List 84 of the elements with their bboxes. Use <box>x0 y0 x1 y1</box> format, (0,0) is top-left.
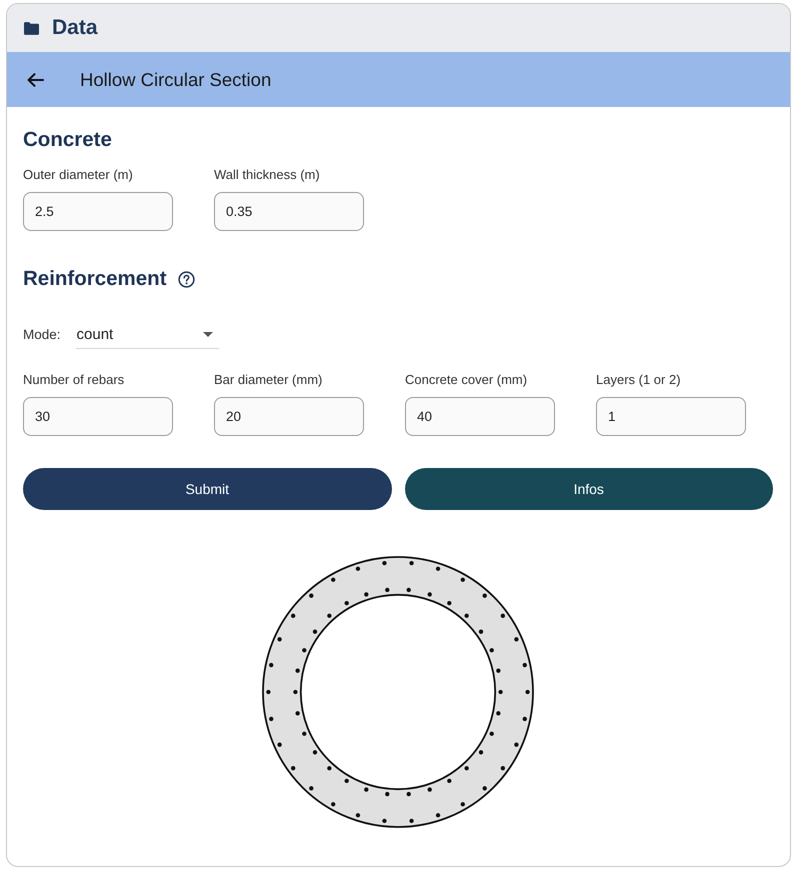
rebar-dot <box>331 802 336 806</box>
rebar-dot <box>344 778 349 783</box>
input-field[interactable]: 2.5 <box>23 192 173 231</box>
rebar-dot <box>409 560 414 566</box>
rebar-dot <box>382 560 387 566</box>
rebar-dot <box>490 732 494 736</box>
field-label: Number of rebars <box>23 372 126 388</box>
input-field[interactable]: 20 <box>214 397 364 436</box>
rebar-dot <box>269 716 274 722</box>
rebar-dot <box>277 637 282 642</box>
info-button[interactable]: Infos <box>404 468 773 510</box>
rebar-dot <box>385 588 390 592</box>
rebar-dot <box>496 668 501 673</box>
folder-icon <box>24 22 39 34</box>
rebar-dot <box>356 813 360 818</box>
rebar-dot <box>364 787 368 792</box>
rebar-dot <box>291 614 296 618</box>
rebar-dot <box>409 818 414 824</box>
rebar-dot <box>460 802 465 806</box>
rebar-dot <box>464 766 469 770</box>
rebar-dot <box>312 750 318 754</box>
rebar-dot <box>525 690 530 694</box>
field-label: Concrete cover (mm) <box>405 372 528 388</box>
rebar-dot <box>295 711 300 716</box>
input-field[interactable]: 1 <box>596 397 746 436</box>
rebar-dot <box>356 566 360 571</box>
rebar-dot <box>522 716 527 722</box>
rebar-dot <box>498 690 503 694</box>
field-label: Mode: <box>23 327 61 342</box>
rebar-dot <box>478 630 484 634</box>
rebar-dot <box>436 566 440 571</box>
rebar-dot <box>406 792 411 796</box>
rebar-dot <box>482 786 487 790</box>
panel-title: Data <box>52 16 98 40</box>
mode-select[interactable]: count <box>76 320 219 349</box>
rebar-dot <box>482 594 487 598</box>
rebar-dot <box>291 766 296 770</box>
rebar-dot <box>277 742 282 747</box>
rebar-dot <box>309 786 314 790</box>
field-label: Bar diameter (mm) <box>214 372 324 388</box>
field-label: Outer diameter (m) <box>23 167 134 183</box>
page-title: Hollow Circular Section <box>80 68 272 90</box>
rebar-dot <box>364 592 368 597</box>
rebar-dot <box>447 778 452 783</box>
rebar-dot <box>344 601 349 606</box>
rebar-dot <box>302 732 306 736</box>
field-label: Layers (1 or 2) <box>596 372 682 388</box>
back-arrow-icon <box>27 72 44 86</box>
rebar-dot <box>295 668 300 673</box>
rebar-dot <box>514 742 519 747</box>
rebar-dot <box>490 648 494 652</box>
caret-icon <box>202 332 213 336</box>
rebar-dot <box>460 578 465 582</box>
rebar-dot <box>428 592 432 597</box>
rebar-dot <box>514 637 519 642</box>
rebar-dot <box>331 578 336 582</box>
rebar-dot <box>496 711 501 716</box>
help-icon[interactable] <box>178 270 195 288</box>
rebar-dot <box>436 813 440 818</box>
rebar-dot <box>385 792 390 796</box>
rebar-dot <box>428 787 432 792</box>
rebar-dot <box>406 588 411 592</box>
rebar-dot <box>500 614 505 618</box>
input-field[interactable]: 30 <box>23 397 173 436</box>
rebar-dot <box>269 662 274 668</box>
section-heading: Concrete <box>23 127 112 153</box>
rebar-dot <box>382 818 387 824</box>
rebar-dot <box>266 690 271 694</box>
rebar-dot <box>302 648 306 652</box>
field-label: Wall thickness (m) <box>214 167 321 183</box>
rebar-dot <box>309 594 314 598</box>
rebar-dot <box>500 766 505 770</box>
rebar-dot <box>478 750 484 754</box>
rebar-dot <box>522 662 527 668</box>
rebar-dot <box>447 601 452 606</box>
section-heading: Reinforcement <box>23 266 167 292</box>
rebar-dot <box>327 766 332 770</box>
rebar-dot <box>293 690 298 694</box>
input-field[interactable]: 40 <box>405 397 555 436</box>
submit-button[interactable]: Submit <box>23 468 392 510</box>
input-field[interactable]: 0.35 <box>214 192 364 231</box>
rebar-dot <box>327 614 332 618</box>
rebar-dot <box>464 614 469 618</box>
rebar-dot <box>312 630 318 634</box>
